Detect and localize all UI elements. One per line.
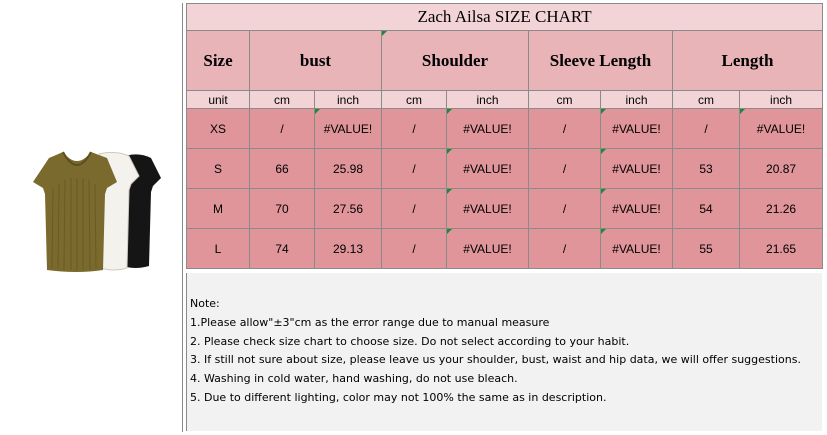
unit-cell: inch — [446, 90, 529, 109]
table-cell: #VALUE! — [600, 108, 673, 149]
table-cell: / — [528, 108, 601, 149]
unit-row: unit cm inch cm inch cm inch cm inch — [186, 90, 824, 109]
table-cell: #VALUE! — [600, 148, 673, 189]
table-cell: 70 — [249, 188, 315, 229]
note-line: 2. Please check size chart to choose siz… — [190, 334, 630, 348]
header-bust: bust — [249, 30, 382, 91]
header-sleeve-length: Sleeve Length — [528, 30, 673, 91]
table-cell: / — [672, 108, 740, 149]
table-cell: / — [381, 108, 447, 149]
size-chart-sheet: Zach Ailsa SIZE CHART Size bust Shoulder… — [0, 0, 827, 435]
chart-title: Zach Ailsa SIZE CHART — [185, 3, 824, 31]
table-cell: / — [528, 188, 601, 229]
table-cell: M — [186, 188, 250, 229]
table-cell: / — [381, 148, 447, 189]
table-cell: 29.13 — [314, 228, 382, 269]
table-cell: 25.98 — [314, 148, 382, 189]
unit-cell: inch — [600, 90, 673, 109]
table-row: XS / #VALUE! / #VALUE! / #VALUE! / #VALU… — [186, 108, 824, 149]
note-line: 4. Washing in cold water, hand washing, … — [190, 372, 518, 386]
table-cell: #VALUE! — [314, 108, 382, 149]
unit-cell: cm — [249, 90, 315, 109]
size-chart-table: Zach Ailsa SIZE CHART Size bust Shoulder… — [185, 3, 824, 269]
title-row: Zach Ailsa SIZE CHART — [185, 3, 824, 31]
table-cell: / — [528, 228, 601, 269]
table-cell: XS — [186, 108, 250, 149]
table-row: S 66 25.98 / #VALUE! / #VALUE! 53 20.87 — [186, 148, 824, 189]
table-cell: S — [186, 148, 250, 189]
product-image — [33, 151, 161, 272]
header-length: Length — [671, 30, 824, 91]
table-cell: 21.65 — [738, 228, 824, 269]
table-cell: L — [186, 228, 250, 269]
header-row: Size bust Shoulder Sleeve Length Length — [186, 30, 824, 91]
table-cell: 74 — [249, 228, 315, 269]
table-cell: #VALUE! — [446, 108, 529, 149]
table-cell: 53 — [672, 148, 740, 189]
table-row: M 70 27.56 / #VALUE! / #VALUE! 54 21.26 — [186, 188, 824, 229]
table-cell: #VALUE! — [600, 188, 673, 229]
table-cell: / — [249, 108, 315, 149]
table-cell: #VALUE! — [446, 188, 529, 229]
unit-cell: inch — [314, 90, 382, 109]
table-cell: / — [528, 148, 601, 189]
notes-heading: Note: — [190, 297, 220, 310]
unit-cell: cm — [672, 90, 740, 109]
table-cell: 54 — [672, 188, 740, 229]
table-cell: 66 — [249, 148, 315, 189]
unit-cell: cm — [381, 90, 447, 109]
table-cell: / — [381, 188, 447, 229]
note-line: 5. Due to different lighting, color may … — [190, 390, 607, 404]
table-cell: #VALUE! — [446, 228, 529, 269]
product-image-panel — [3, 3, 183, 432]
header-size: Size — [186, 30, 250, 91]
unit-cell: unit — [186, 90, 250, 109]
table-cell: #VALUE! — [446, 148, 529, 189]
table-row: L 74 29.13 / #VALUE! / #VALUE! 55 21.65 — [186, 228, 824, 269]
notes-section: Note: 1.Please allow"±3"cm as the error … — [186, 273, 822, 431]
unit-cell: inch — [738, 90, 824, 109]
table-cell: / — [381, 228, 447, 269]
unit-cell: cm — [528, 90, 601, 109]
note-line: 3. If still not sure about size, please … — [190, 353, 801, 367]
header-shoulder: Shoulder — [381, 30, 529, 91]
table-cell: #VALUE! — [738, 108, 824, 149]
table-cell: 20.87 — [738, 148, 824, 189]
table-cell: 27.56 — [314, 188, 382, 229]
table-cell: 55 — [672, 228, 740, 269]
table-cell: #VALUE! — [600, 228, 673, 269]
table-cell: 21.26 — [738, 188, 824, 229]
note-line: 1.Please allow"±3"cm as the error range … — [190, 315, 550, 329]
